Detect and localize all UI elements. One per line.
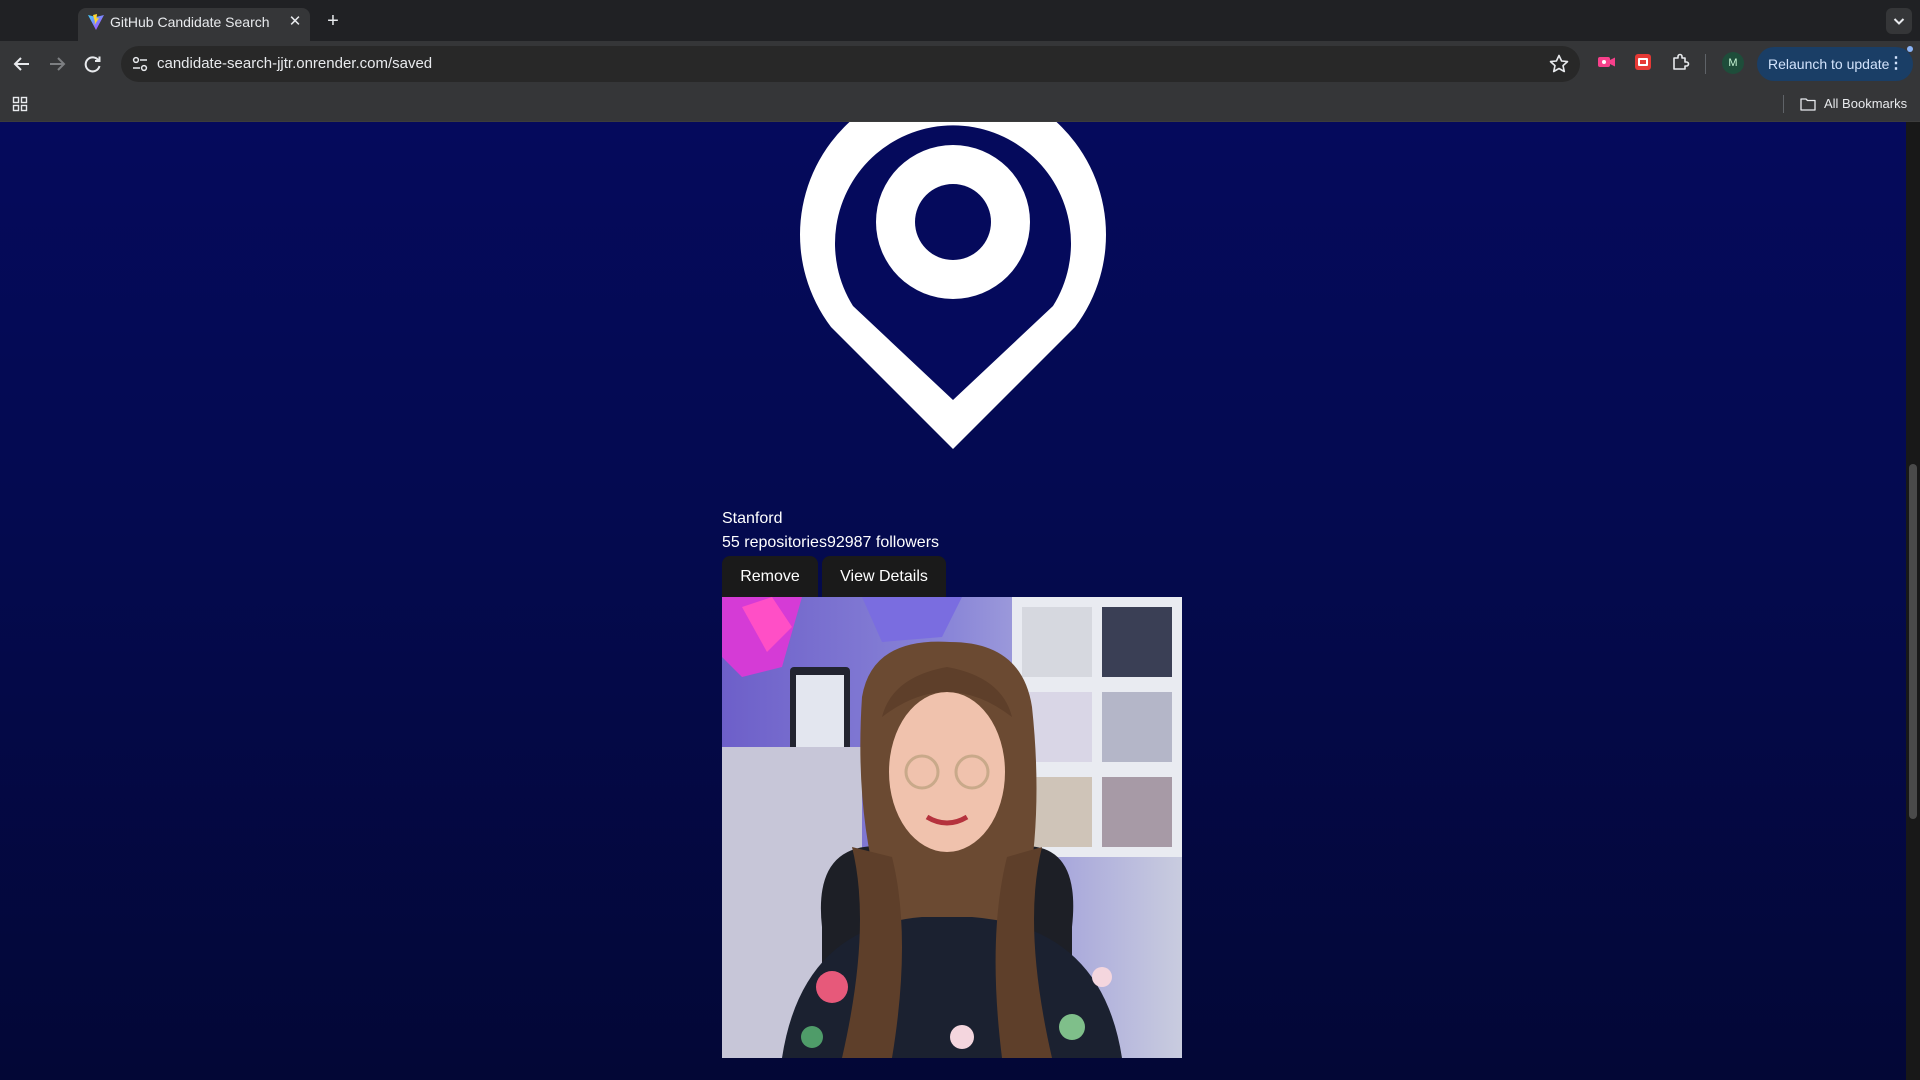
close-icon[interactable]: ✕ [284,11,306,33]
vite-favicon-icon [88,14,104,30]
candidate-actions: Remove View Details [722,556,1182,598]
url-text[interactable]: candidate-search-jjtr.onrender.com/saved [157,55,432,72]
candidate-stats: 55 repositories92987 followers [722,534,940,551]
more-vert-icon[interactable]: ⋮ [1888,47,1904,81]
scrollbar-thumb[interactable] [1909,464,1917,819]
relaunch-label: Relaunch to update [1768,56,1890,72]
address-bar[interactable]: candidate-search-jjtr.onrender.com/saved [121,46,1580,82]
bookmark-star-icon[interactable] [1548,53,1570,75]
candidate-card: Stanford 55 repositories92987 followers … [722,507,1182,598]
tab-search-chevron-icon[interactable] [1886,8,1912,34]
browser-tab[interactable]: GitHub Candidate Search ✕ [78,8,310,41]
extensions-puzzle-icon[interactable] [1669,51,1691,73]
back-arrow-icon[interactable] [8,50,36,78]
site-settings-icon[interactable] [131,55,149,73]
folder-icon [1800,98,1816,111]
remove-button[interactable]: Remove [722,556,818,598]
bookmarks-divider [1783,95,1784,113]
bookmarks-bar: All Bookmarks [0,87,1920,122]
notification-dot [1907,46,1913,52]
apps-grid-icon[interactable] [12,96,28,112]
red-extension-icon[interactable] [1632,51,1654,73]
page-scrollbar[interactable] [1906,122,1920,1080]
browser-toolbar: candidate-search-jjtr.onrender.com/saved… [0,41,1920,87]
screen-recorder-extension-icon[interactable] [1595,51,1617,73]
new-tab-icon[interactable]: + [320,9,346,35]
toolbar-divider [1705,54,1706,74]
view-details-button[interactable]: View Details [822,556,946,598]
tab-strip: GitHub Candidate Search ✕ + [0,0,1920,41]
candidate-avatar-photo [722,597,1182,1058]
profile-avatar[interactable]: M [1722,52,1744,74]
forward-arrow-icon[interactable] [43,50,71,78]
candidate-location: Stanford [722,510,783,527]
reload-icon[interactable] [79,50,107,78]
relaunch-button[interactable]: Relaunch to update ⋮ [1757,47,1913,81]
all-bookmarks-link[interactable]: All Bookmarks [1824,96,1907,111]
page-content: Stanford 55 repositories92987 followers … [0,122,1906,1080]
tab-title: GitHub Candidate Search [110,14,270,30]
location-pin-icon [800,122,1106,449]
